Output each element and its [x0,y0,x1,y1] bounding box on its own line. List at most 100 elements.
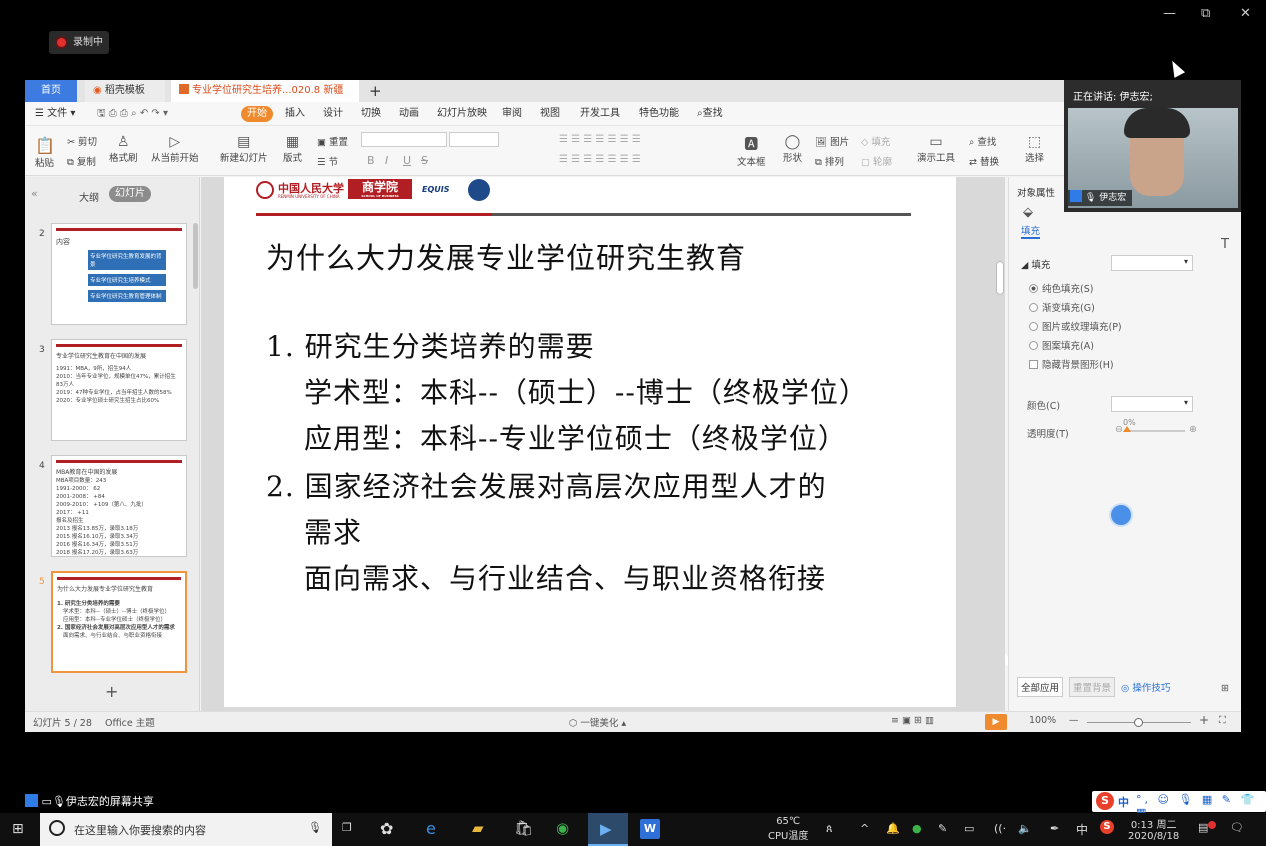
fill-option-pattern[interactable]: 图案填充(A) [1029,338,1094,352]
outline-tab[interactable]: 大纲 [79,189,99,204]
people-icon[interactable]: ጰ [826,822,833,836]
quick-access-icons[interactable]: 🖫 ⎙ ⎙ ⌕ ↶ ↷ ▾ [97,102,168,126]
slider-thumb[interactable] [1123,426,1131,432]
edge-icon[interactable]: e [426,819,436,838]
arrange-button[interactable]: ⧉ 排列 [815,154,844,168]
textbox-button[interactable]: 🅰 文本框 [737,134,766,168]
zoom-slider[interactable] [1087,718,1191,727]
shape-button[interactable]: ◯ 形状 [783,134,802,164]
fill-option-solid[interactable]: 纯色填充(S) [1029,281,1093,295]
menu-features[interactable]: 特色功能 [639,102,679,126]
italic-button[interactable]: I [385,154,388,167]
menu-review[interactable]: 审阅 [502,102,522,126]
menu-start[interactable]: 开始 [241,106,273,122]
menu-design[interactable]: 设计 [323,102,343,126]
close-window-button[interactable]: ✕ [1240,6,1251,21]
transparency-slider[interactable] [1123,426,1185,432]
new-slide-button[interactable]: ▤ 新建幻灯片 [220,134,268,164]
format-painter-button[interactable]: ♙ 格式刷 [109,134,138,164]
new-tab-button[interactable]: + [369,80,382,102]
zoom-knob[interactable] [1134,718,1143,727]
zoom-in-button[interactable]: + [1199,713,1209,727]
browser-icon[interactable]: ◉ [556,819,569,837]
menu-search[interactable]: ⌕查找 [697,102,723,126]
fill-tab[interactable]: 填充 [1021,223,1041,239]
replace-button[interactable]: ⇄ 替换 [969,154,999,168]
add-slide-button[interactable]: + [105,682,118,701]
underline-button[interactable]: U [403,154,411,167]
strike-button[interactable]: S [421,154,428,167]
microphone-icon[interactable]: 🎙 [308,821,322,834]
apply-all-button[interactable]: 全部应用 [1017,677,1064,697]
fill-option-gradient[interactable]: 渐变填充(G) [1029,300,1095,314]
menu-file[interactable]: ☰ 文件 ▾ [35,102,75,126]
tray-app-icon[interactable]: ● [912,822,922,835]
select-button[interactable]: ⬚ 选择 [1025,134,1044,164]
tray-chevron-icon[interactable]: ^ [860,822,869,835]
fill-button[interactable]: ◇ 填充 [861,134,890,148]
hide-background-checkbox[interactable]: 隐藏背景图形(H) [1029,357,1114,371]
transparency-increase[interactable]: ⊕ [1189,424,1197,435]
zoom-out-button[interactable]: — [1069,715,1079,726]
menu-transition[interactable]: 切换 [361,102,381,126]
menu-slideshow[interactable]: 幻灯片放映 [437,102,487,126]
stage-scrollbar[interactable] [996,261,1004,295]
fill-type-select[interactable]: ▾ [1111,255,1193,271]
view-mode-icons[interactable]: ≡ ▣ ⊞ ▥ [891,715,934,726]
fill-option-picture[interactable]: 图片或纹理填充(P) [1029,319,1122,333]
tab-template[interactable]: ◉ 稻壳模板 [85,80,165,102]
menu-view[interactable]: 视图 [540,102,560,126]
wifi-icon[interactable]: ((· [994,822,1006,835]
reset-background-button[interactable]: 重置背景 [1069,677,1116,697]
section-button[interactable]: ☰ 节 [317,154,338,168]
battery-icon[interactable]: ▭ [964,822,974,835]
slide-thumbnail-3[interactable]: 专业学位研究生教育在中国的发展 1991：MBA，9所，招生94人 2010：当… [51,339,187,441]
slide-thumbnail-4[interactable]: MBA教育在中国的发展 MBA项目数量：243 1991-2000： 62 20… [51,455,187,557]
copy-button[interactable]: ⧉ 复制 [67,154,96,168]
transparency-decrease[interactable]: ⊖ [1115,424,1123,435]
menu-developer[interactable]: 开发工具 [580,102,620,126]
picture-button[interactable]: 🖼 图片 [815,134,849,148]
meeting-app-taskbar[interactable]: ▶ [588,813,628,846]
fill-section-toggle[interactable]: ◢ 填充 [1021,257,1050,271]
bell-icon[interactable]: 🔔 [886,822,900,835]
layout-button[interactable]: ▦ 版式 [283,134,302,164]
windows-start-icon[interactable]: ⊞ [12,821,24,837]
text-properties-icon[interactable]: T [1221,237,1229,252]
beautify-button[interactable]: ⬡ 一键美化 ▴ [569,715,626,729]
play-slideshow-button[interactable]: ▶ [985,714,1007,730]
ime-toolbar[interactable]: S 中 °, ☺ 🎙 ▦ ✎ 👕 ▦ [1092,791,1266,819]
notification-badge-icon[interactable]: ▤ [1198,821,1217,834]
slides-tab[interactable]: 幻灯片 [109,186,151,202]
color-select[interactable]: ▾ [1111,396,1193,412]
speaker-video[interactable]: 正在讲话: 伊志宏; 🎙 伊志宏 [1064,80,1241,212]
wps-icon[interactable]: W [640,819,660,839]
task-view-icon[interactable]: ❐ [342,821,352,834]
tray-app2-icon[interactable]: ✎ [938,822,947,835]
panel-scrollbar[interactable] [193,223,198,289]
app-icon[interactable]: ✿ [380,819,393,838]
grid-icon[interactable]: ⊞ [1221,683,1229,694]
slide-thumbnail-2[interactable]: 内容 专业学位研究生教育发展的背景 专业学位研究生培养模式 专业学位研究生教育管… [51,223,187,325]
slide-thumbnail-5[interactable]: 为什么大力发展专业学位研究生教育 1. 研究生分类培养的需要 学术型：本科--（… [51,571,187,673]
bold-button[interactable]: B [367,154,375,167]
tab-home[interactable]: 首页 [25,80,77,102]
pen-icon[interactable]: ✒ [1050,822,1059,835]
ime-indicator[interactable]: 中 [1076,821,1088,838]
reset-button[interactable]: ▣ 重置 [317,134,348,148]
restore-button[interactable]: ⧉ [1201,6,1210,21]
clock[interactable]: 0:13 周二 2020/8/18 [1128,816,1179,842]
minimize-button[interactable]: — [1163,6,1176,21]
from-current-button[interactable]: ▷ 从当前开始 [151,134,199,164]
sogou-tray-icon[interactable]: S [1100,820,1114,834]
file-explorer-icon[interactable]: ▰ [472,819,484,837]
tips-link[interactable]: ◎ 操作技巧 [1121,680,1170,694]
cut-button[interactable]: ✂ 剪切 [67,134,97,148]
paragraph-tools-icon[interactable]: ☰ ☰ ☰ ☰ ☰ ☰ ☰ [559,134,641,145]
find-button[interactable]: ⌕ 查找 [969,134,996,148]
fit-window-icon[interactable]: ⛶ [1219,715,1226,726]
collapse-panel-icon[interactable]: « [31,187,38,200]
action-center-icon[interactable]: 🗨 [1230,821,1244,834]
taskbar-search[interactable]: 在这里输入你要搜索的内容 🎙 [40,813,332,846]
paste-button[interactable]: 📋 粘贴 [35,136,55,169]
